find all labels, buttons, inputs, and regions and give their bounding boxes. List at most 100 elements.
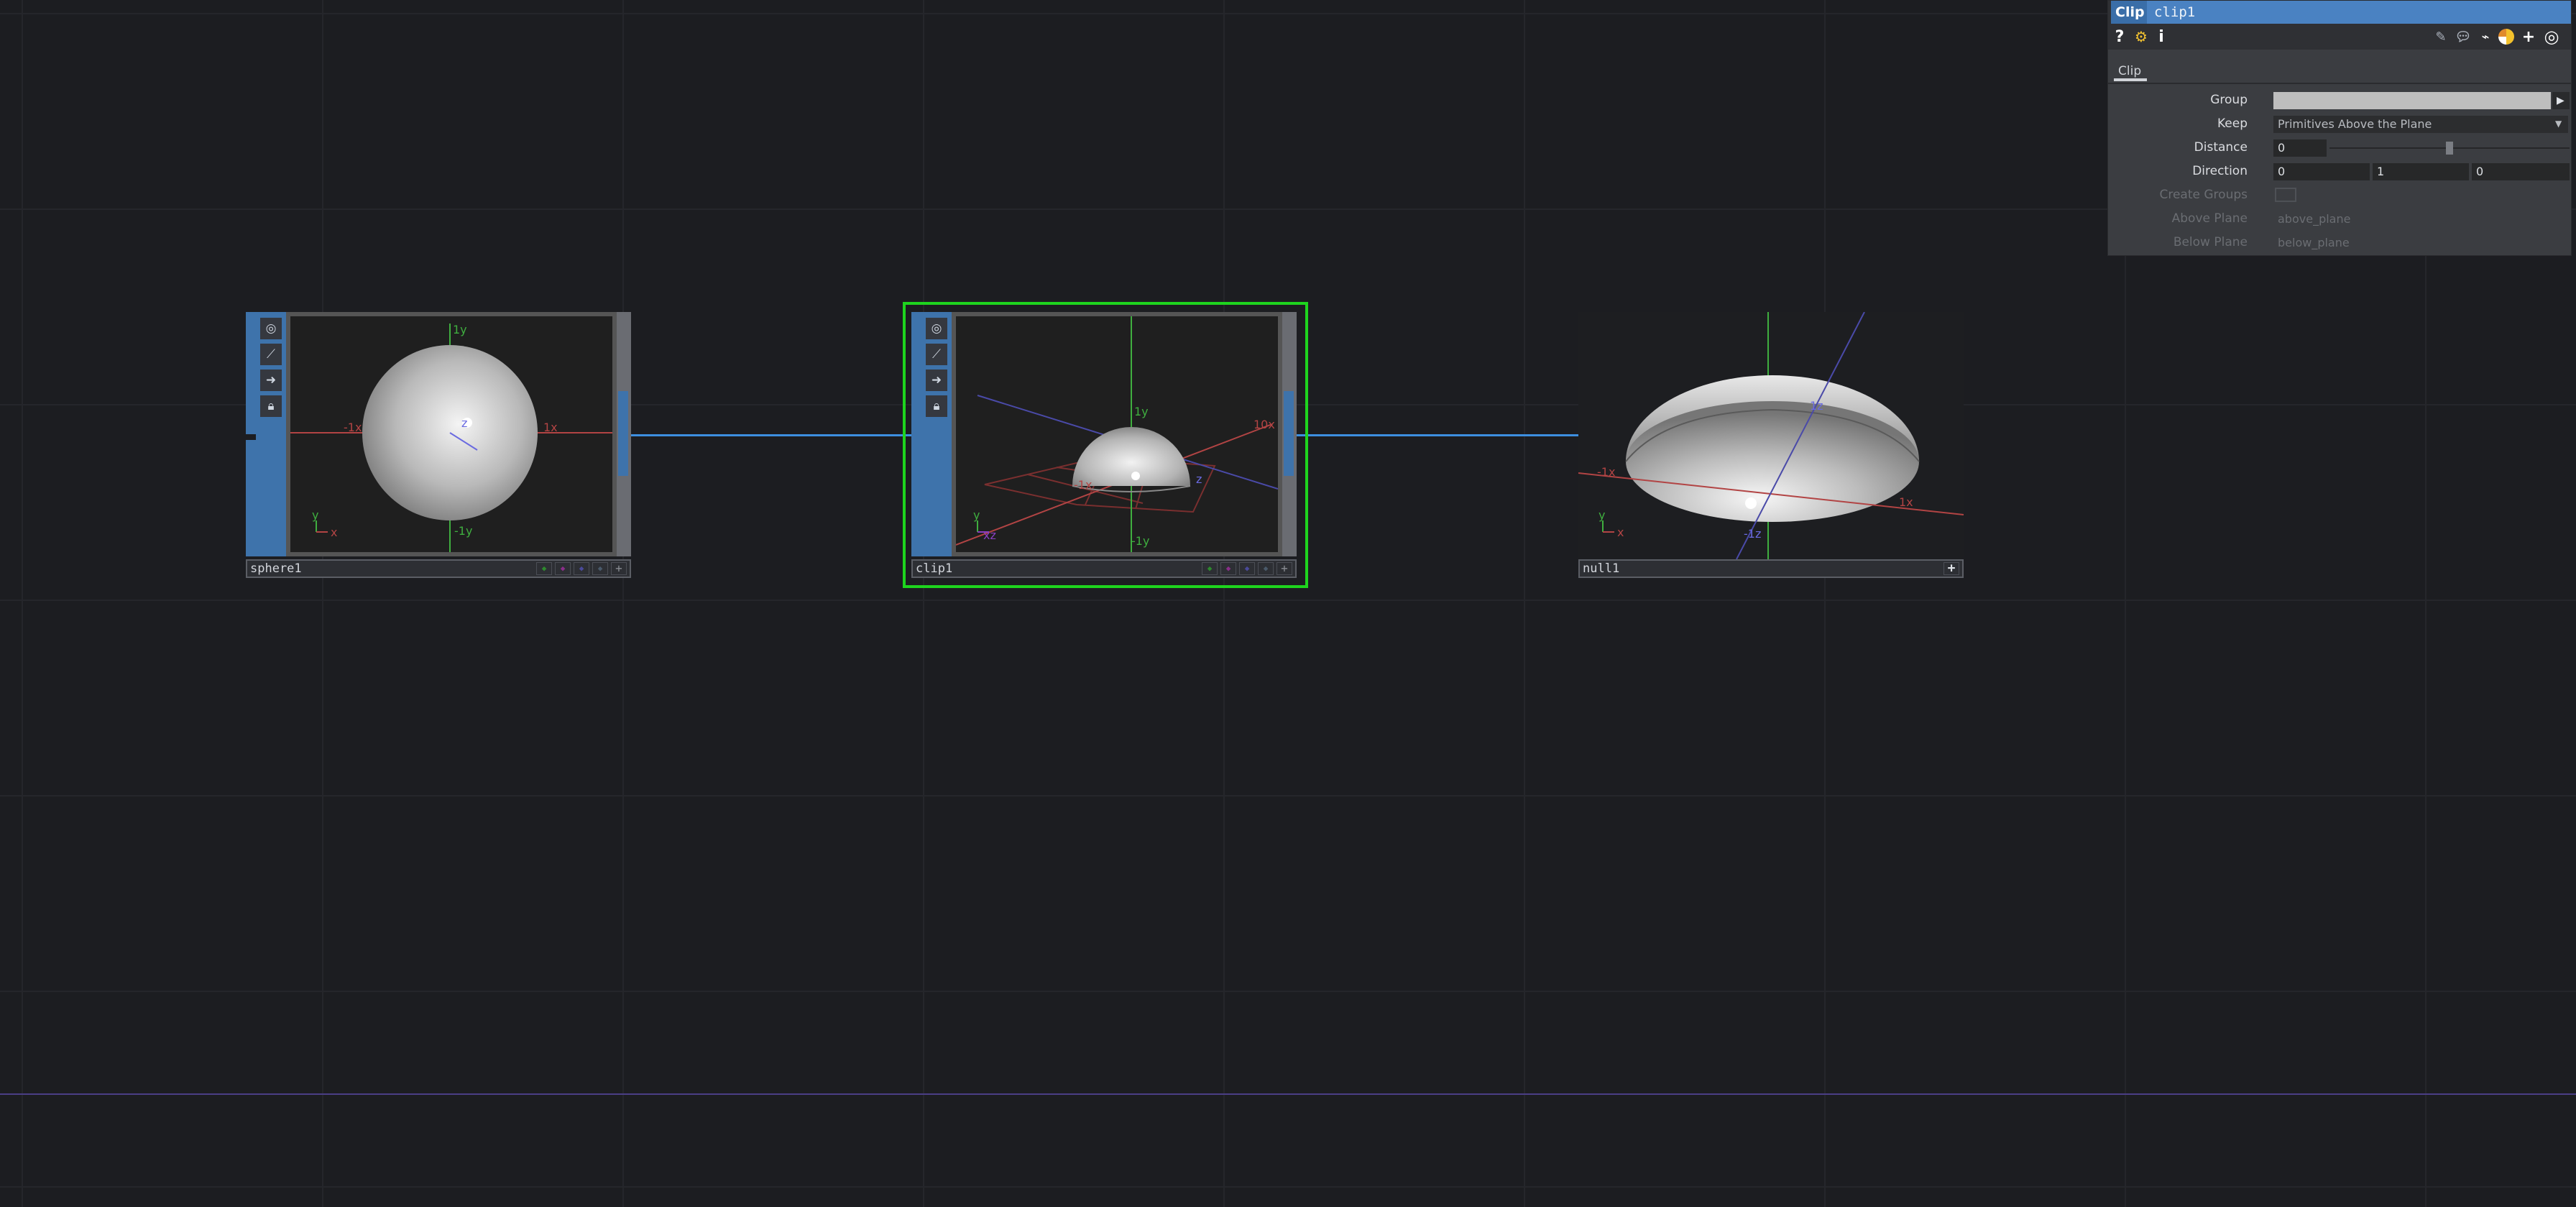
operator-type-label: Clip: [2111, 1, 2147, 24]
graph-icon[interactable]: ⟋: [926, 344, 947, 365]
add-label: +: [1947, 561, 1956, 576]
input-notch: [246, 434, 256, 440]
parameter-panel: Clip clip1 ? ⚙ i ✎ 💬︎ ⌁ + ◎ Clip Group ▶…: [2107, 0, 2572, 256]
node-sphere1[interactable]: ◎ ⟋ ➜ 🔒︎ 1y -1y -1x 1x z y x sphere1 ◆ ◆…: [246, 312, 631, 579]
node-flags: ◆ ◆ ◆ ◆ +: [1202, 561, 1292, 575]
param-direction-y[interactable]: 1: [2373, 163, 2469, 180]
param-group-row: Group ▶: [2108, 90, 2571, 110]
clip-preview: 1y -1y -1x 10x z y xz: [956, 316, 1278, 552]
lock-icon[interactable]: 🔒︎: [260, 395, 282, 417]
wire-sphere1-clip1[interactable]: [631, 434, 920, 436]
add-label: +: [615, 561, 622, 575]
flag-blue[interactable]: ◆: [1239, 562, 1255, 575]
node-name: sphere1: [250, 561, 302, 576]
graph-icon[interactable]: ⟋: [260, 344, 282, 365]
help-glyph: ?: [2115, 27, 2125, 46]
axis-label-top: 1y: [1134, 405, 1149, 418]
node-flags: +: [1944, 561, 1959, 576]
target-icon[interactable]: ◎: [260, 318, 282, 339]
axis-label-top: 1z: [1810, 399, 1823, 413]
axis-label-left: -1x: [1074, 478, 1092, 492]
axis-label-center: z: [461, 416, 467, 430]
panel-header: Clip clip1: [2108, 1, 2571, 24]
timeline-divider: [0, 1093, 2576, 1095]
axis-label-center: z: [1196, 472, 1202, 486]
gizmo-x: xz: [983, 528, 996, 542]
null-preview: 1z -1z -1x 1x y x: [1578, 312, 1964, 559]
node-viewer[interactable]: 1y -1y -1x 1x z y x: [286, 312, 617, 556]
param-direction-label: Direction: [2192, 164, 2248, 178]
color-palette-icon[interactable]: [2496, 27, 2516, 47]
add-icon[interactable]: +: [611, 561, 627, 575]
output-connector[interactable]: [1284, 391, 1294, 476]
flag-green[interactable]: ◆: [1202, 562, 1218, 575]
parameter-tabs: Clip: [2108, 57, 2571, 84]
axis-label-right: 1x: [543, 421, 558, 434]
python-help-icon[interactable]: ⚙: [2131, 27, 2151, 47]
node-clip1[interactable]: ◎ ⟋ ➜ 🔒︎ 1y -1y -1x 10x z y xz clip1 ◆ ◆…: [911, 312, 1297, 579]
arrow-icon[interactable]: ➜: [926, 370, 947, 391]
param-above-plane-row: Above Plane above_plane: [2108, 208, 2571, 229]
node-name-bar[interactable]: sphere1 ◆ ◆ ◆ ◆ +: [246, 559, 631, 578]
param-below-plane-label: Below Plane: [2173, 235, 2248, 249]
arrow-icon[interactable]: ➜: [260, 370, 282, 391]
lock-icon[interactable]: 🔒︎: [926, 395, 947, 417]
param-above-plane-label: Above Plane: [2171, 211, 2248, 226]
param-keep-row: Keep Primitives Above the Plane ▼: [2108, 114, 2571, 134]
wire-clip1-null1[interactable]: [1295, 434, 1578, 436]
create-groups-checkbox[interactable]: [2275, 188, 2296, 202]
distance-slider-handle[interactable]: [2446, 142, 2453, 155]
param-distance-field[interactable]: 0: [2273, 139, 2327, 157]
flag-purple[interactable]: ◆: [555, 562, 571, 575]
add-icon[interactable]: +: [2519, 27, 2538, 47]
info-glyph: i: [2158, 27, 2164, 46]
param-direction-row: Direction 0 1 0: [2108, 161, 2571, 181]
node-name-bar[interactable]: clip1 ◆ ◆ ◆ ◆ +: [911, 559, 1297, 578]
gizmo-y: y: [973, 508, 980, 522]
flag-blue[interactable]: ◆: [574, 562, 589, 575]
target-icon[interactable]: ◎: [2541, 27, 2562, 47]
node-name-bar[interactable]: null1 +: [1578, 559, 1964, 578]
node-right-strip: [1282, 312, 1297, 556]
help-icon[interactable]: ?: [2112, 27, 2127, 47]
target-icon[interactable]: ◎: [926, 318, 947, 339]
param-create-groups-row: Create Groups: [2108, 185, 2571, 205]
param-above-plane-field[interactable]: above_plane: [2273, 211, 2489, 228]
node-null1[interactable]: 1z -1z -1x 1x y x null1 +: [1578, 312, 1964, 579]
axis-label-bottom: -1y: [1131, 534, 1149, 548]
panel-toolbar: ? ⚙ i ✎ 💬︎ ⌁ + ◎: [2108, 24, 2571, 50]
flag-green[interactable]: ◆: [536, 562, 552, 575]
gizmo-x: x: [1617, 526, 1624, 539]
gizmo-y: y: [1598, 508, 1605, 522]
info-icon[interactable]: i: [2156, 27, 2167, 47]
axis-label-right: 1x: [1899, 495, 1913, 509]
operator-name-field[interactable]: clip1: [2147, 1, 2571, 24]
axis-label-right: 10x: [1254, 418, 1275, 431]
param-direction-x[interactable]: 0: [2273, 163, 2370, 180]
pencil-icon[interactable]: ✎: [2432, 27, 2450, 47]
param-create-groups-label: Create Groups: [2159, 188, 2248, 202]
node-viewer[interactable]: 1z -1z -1x 1x y x: [1578, 312, 1964, 559]
output-connector[interactable]: [618, 391, 628, 476]
param-distance-row: Distance 0: [2108, 137, 2571, 157]
group-menu-arrow-icon[interactable]: ▶: [2552, 92, 2570, 109]
node-name: null1: [1583, 561, 1620, 576]
param-direction-z[interactable]: 0: [2472, 163, 2570, 180]
node-flags: ◆ ◆ ◆ ◆ +: [536, 561, 627, 575]
axis-label-left: -1x: [1597, 465, 1615, 479]
chevron-down-icon: ▼: [2555, 119, 2562, 129]
flag-grey[interactable]: ◆: [592, 562, 608, 575]
param-below-plane-field[interactable]: below_plane: [2273, 234, 2489, 252]
node-viewer[interactable]: 1y -1y -1x 10x z y xz: [952, 312, 1282, 556]
param-group-field[interactable]: [2273, 92, 2551, 109]
node-right-strip: [617, 312, 631, 556]
comment-icon[interactable]: 💬︎: [2453, 27, 2473, 47]
add-icon[interactable]: +: [1276, 561, 1292, 575]
tab-clip[interactable]: Clip: [2114, 64, 2147, 81]
flag-purple[interactable]: ◆: [1220, 562, 1236, 575]
param-keep-dropdown[interactable]: Primitives Above the Plane: [2273, 116, 2568, 133]
add-icon[interactable]: +: [1944, 561, 1959, 576]
flag-grey[interactable]: ◆: [1258, 562, 1274, 575]
bookmark-icon[interactable]: ⌁: [2476, 27, 2495, 47]
sphere-preview: 1y -1y -1x 1x z y x: [290, 323, 612, 552]
